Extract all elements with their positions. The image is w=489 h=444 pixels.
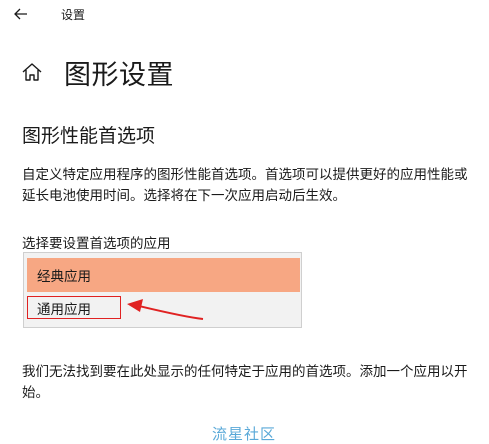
home-icon[interactable] [20,60,44,84]
app-selector-label: 选择要设置首选项的应用 [22,236,171,252]
title-bar: 设置 [0,0,489,30]
annotation-arrow-icon [127,299,204,320]
option-label: 通用应用 [37,302,91,318]
section-description: 自定义特定应用程序的图形性能首选项。首选项可以提供更好的应用性能或延长电池使用时… [22,167,468,204]
back-button[interactable] [10,4,32,24]
option-label: 经典应用 [37,269,91,285]
page-header: 图形设置 [20,52,174,92]
watermark: 流星社区 [212,425,277,443]
dropdown-option-classic-app[interactable]: 经典应用 [27,258,300,292]
page-title: 图形设置 [64,59,174,91]
empty-state-message: 我们无法找到要在此处显示的任何特定于应用的首选项。添加一个应用以开始。 [22,364,468,401]
section-title: 图形性能首选项 [22,125,156,147]
window-title: 设置 [61,8,86,22]
back-arrow-icon [14,8,27,20]
